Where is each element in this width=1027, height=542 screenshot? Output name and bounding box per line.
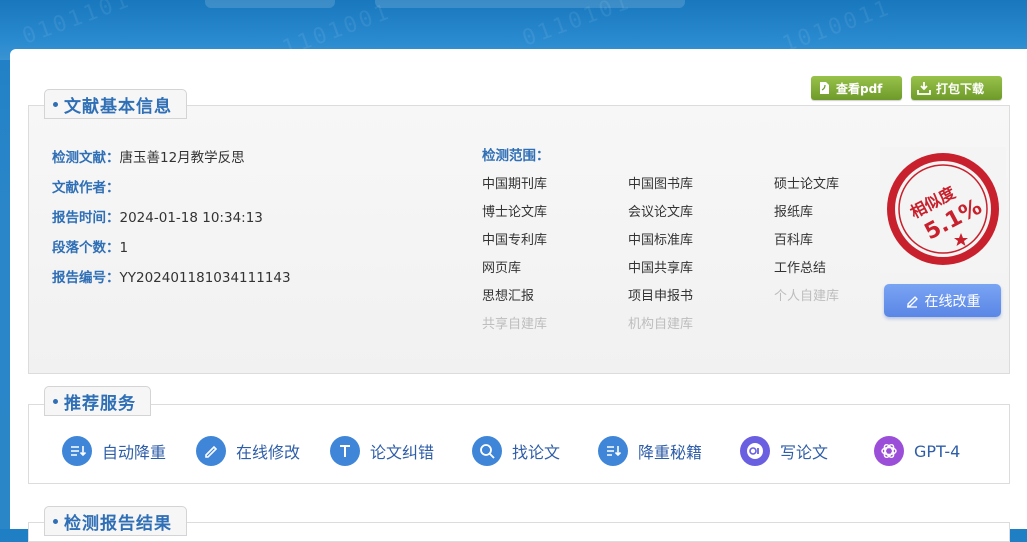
service-online-edit[interactable]: 在线修改	[196, 436, 300, 466]
field-label: 文献作者：	[52, 180, 120, 196]
field-value: YY202401181034111143	[119, 270, 291, 286]
sort-down-icon	[598, 436, 628, 466]
scope-item-disabled: 个人自建库	[774, 289, 840, 304]
auto-reduce-icon	[62, 436, 92, 466]
service-label: 自动降重	[102, 443, 167, 462]
bullet-icon	[53, 398, 58, 404]
service-label: 论文纠错	[370, 443, 435, 462]
service-label: GPT-4	[914, 441, 961, 461]
service-proofread[interactable]: 论文纠错	[330, 436, 434, 466]
openai-icon	[874, 436, 904, 466]
bullet-icon	[53, 518, 58, 524]
logo-fragment	[205, 0, 335, 8]
scope-item-disabled: 机构自建库	[628, 317, 694, 332]
edit-icon	[905, 294, 919, 308]
service-label: 降重秘籍	[638, 443, 703, 462]
bullet-icon	[53, 101, 58, 107]
service-label: 在线修改	[236, 443, 301, 462]
scope-item: 报纸库	[774, 205, 814, 220]
field-value: 1	[119, 240, 129, 256]
ai-icon	[740, 436, 770, 466]
field-value: 2024-01-18 10:34:13	[119, 210, 263, 226]
text-t-icon	[330, 436, 360, 466]
recommended-services-title: 推荐服务	[64, 393, 136, 414]
download-icon	[917, 81, 931, 95]
document-info-tab: 文献基本信息	[44, 89, 187, 119]
pencil-icon	[196, 436, 226, 466]
scope-item: 工作总结	[774, 261, 827, 276]
field-report-time: 报告时间：2024-01-18 10:34:13	[52, 206, 263, 226]
field-document: 检测文献：唐玉善12月教学反思	[52, 146, 245, 166]
site-title-fragment	[375, 0, 685, 8]
field-author: 文献作者：	[52, 176, 120, 196]
document-info-title: 文献基本信息	[64, 96, 172, 117]
online-edit-label: 在线改重	[924, 293, 981, 310]
online-edit-button[interactable]: 在线改重	[884, 284, 1001, 317]
scope-item: 会议论文库	[628, 205, 694, 220]
scope-item: 中国共享库	[628, 261, 694, 276]
service-find-paper[interactable]: 找论文	[472, 436, 560, 466]
pdf-icon	[817, 81, 831, 95]
service-auto-reduce[interactable]: 自动降重	[62, 436, 166, 466]
field-label: 报告编号：	[52, 270, 120, 286]
field-paragraph-count: 段落个数：1	[52, 236, 128, 256]
scope-item: 中国专利库	[482, 233, 548, 248]
view-pdf-button[interactable]: 查看pdf	[811, 76, 902, 100]
scope-item: 硕士论文库	[774, 177, 840, 192]
service-gpt4[interactable]: GPT-4	[874, 436, 960, 466]
recommended-services-tab: 推荐服务	[44, 386, 151, 416]
report-results-tab: 检测报告结果	[44, 506, 187, 536]
field-report-number: 报告编号：YY202401181034111143	[52, 266, 291, 286]
field-value: 唐玉善12月教学反思	[119, 150, 245, 166]
field-label: 报告时间：	[52, 210, 120, 226]
download-button[interactable]: 打包下载	[911, 76, 1002, 100]
scope-item: 思想汇报	[482, 289, 535, 304]
similarity-stamp: 相似度 5.1%	[880, 147, 1006, 273]
banner-pattern: 0101101	[19, 0, 135, 50]
scope-item: 中国图书库	[628, 177, 694, 192]
service-write-paper[interactable]: 写论文	[740, 436, 828, 466]
view-pdf-label: 查看pdf	[836, 81, 883, 96]
report-results-title: 检测报告结果	[64, 513, 172, 534]
scope-item: 中国标准库	[628, 233, 694, 248]
download-label: 打包下载	[936, 81, 985, 96]
scope-item: 网页库	[482, 261, 522, 276]
scope-title: 检测范围：	[482, 148, 550, 164]
service-reduce-tips[interactable]: 降重秘籍	[598, 436, 702, 466]
scope-item: 中国期刊库	[482, 177, 548, 192]
scope-item-disabled: 共享自建库	[482, 317, 548, 332]
scope-item: 百科库	[774, 233, 814, 248]
search-icon	[472, 436, 502, 466]
service-label: 找论文	[512, 443, 561, 462]
service-label: 写论文	[780, 443, 829, 462]
field-label: 段落个数：	[52, 240, 120, 256]
scope-item: 博士论文库	[482, 205, 548, 220]
scope-item: 项目申报书	[628, 289, 694, 304]
field-label: 检测文献：	[52, 150, 120, 166]
